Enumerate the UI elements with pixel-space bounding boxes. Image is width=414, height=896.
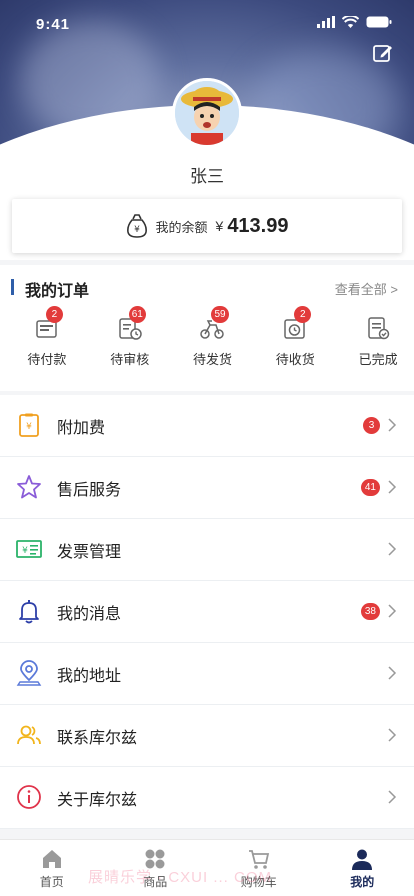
balance-label: 我的余额 — [155, 219, 208, 235]
chevron-right-icon — [388, 666, 397, 680]
order-status-list: 2 待付款 61 待审核 59 待发货 2 待收货 已完成 — [0, 306, 414, 368]
menu-badge: 41 — [360, 479, 380, 496]
svg-text:¥: ¥ — [26, 422, 32, 432]
location-icon — [16, 660, 42, 686]
section-accent-bar — [11, 279, 14, 295]
menu-item-after-sales[interactable]: 售后服务 41 — [0, 457, 414, 519]
menu-item-about[interactable]: 关于库尔兹 — [0, 767, 414, 829]
svg-text:¥: ¥ — [22, 546, 28, 556]
menu-item-surcharge[interactable]: ¥ 附加费 3 — [0, 395, 414, 457]
tab-label: 我的 — [350, 875, 375, 889]
avatar-image — [175, 81, 239, 145]
orders-section: 我的订单 查看全部 > 2 待付款 61 待审核 59 待发货 2 待收货 已完… — [0, 265, 414, 391]
order-badge: 2 — [45, 306, 63, 323]
order-status-pending-review[interactable]: 61 待审核 — [94, 306, 166, 368]
chevron-right-icon — [388, 728, 397, 742]
chevron-right-icon — [388, 790, 397, 804]
info-icon — [17, 785, 41, 809]
order-badge: 2 — [294, 306, 312, 323]
order-status-completed[interactable]: 已完成 — [342, 315, 414, 368]
battery-icon — [366, 16, 392, 28]
menu-label: 附加费 — [57, 419, 106, 437]
orders-title: 我的订单 — [25, 283, 90, 300]
menu-label: 联系库尔兹 — [57, 729, 138, 747]
order-badge: 61 — [128, 306, 146, 323]
status-bar: 9:41 — [0, 0, 414, 44]
order-status-label: 待收货 — [275, 352, 315, 367]
edit-icon[interactable] — [372, 42, 394, 64]
wifi-icon — [342, 16, 359, 28]
order-status-label: 待发货 — [192, 352, 232, 367]
menu-badge: 38 — [360, 603, 380, 620]
chevron-right-icon — [388, 418, 397, 432]
menu-label: 我的消息 — [57, 605, 122, 623]
order-status-pending-receipt[interactable]: 2 待收货 — [259, 306, 331, 368]
balance-currency: ¥ — [215, 218, 224, 234]
tab-mine[interactable]: 我的 — [311, 840, 414, 896]
contacts-icon — [17, 725, 41, 745]
balance-amount: 413.99 — [227, 214, 289, 237]
tab-label: 首页 — [39, 875, 64, 889]
menu-item-address[interactable]: 我的地址 — [0, 643, 414, 705]
orders-header: 我的订单 查看全部 > — [0, 277, 414, 300]
menu-badge: 3 — [363, 417, 380, 434]
home-icon — [42, 850, 61, 868]
order-status-label: 待付款 — [27, 352, 67, 367]
order-status-label: 待审核 — [110, 352, 150, 367]
menu-item-messages[interactable]: 我的消息 38 — [0, 581, 414, 643]
watermark: 展晴乐学 · CXUI ... COM — [88, 869, 273, 886]
receipt-icon: ¥ — [19, 413, 39, 437]
order-badge: 59 — [211, 306, 229, 323]
menu-item-invoice[interactable]: ¥ 发票管理 — [0, 519, 414, 581]
menu-label: 我的地址 — [57, 667, 122, 685]
menu-label: 关于库尔兹 — [57, 791, 138, 809]
order-status-label: 已完成 — [358, 352, 398, 367]
menu-label: 售后服务 — [57, 481, 122, 499]
status-time: 9:41 — [36, 16, 71, 33]
menu-label: 发票管理 — [57, 543, 122, 561]
view-all-orders-link[interactable]: 查看全部 > — [335, 279, 398, 298]
menu-list: ¥ 附加费 3 售后服务 41 ¥ 发票管理 我的消息 38 我的地址 联系库尔… — [0, 395, 414, 829]
invoice-icon: ¥ — [16, 540, 42, 558]
bell-icon — [19, 600, 39, 624]
avatar[interactable] — [172, 78, 242, 148]
username: 张三 — [190, 167, 224, 186]
star-icon — [17, 475, 41, 499]
chevron-right-icon — [388, 604, 397, 618]
svg-text:¥: ¥ — [134, 225, 140, 235]
list-check-icon — [368, 317, 390, 340]
user-icon — [352, 849, 373, 870]
chevron-right-icon — [388, 542, 397, 556]
menu-item-contact[interactable]: 联系库尔兹 — [0, 705, 414, 767]
balance-card[interactable]: ¥ 我的余额 ¥ 413.99 — [12, 199, 402, 253]
signal-icon — [317, 16, 335, 28]
order-status-pending-payment[interactable]: 2 待付款 — [11, 306, 83, 368]
money-bag-icon: ¥ — [126, 214, 147, 238]
chevron-right-icon — [388, 480, 397, 494]
order-status-pending-shipment[interactable]: 59 待发货 — [177, 306, 249, 368]
status-icons — [317, 16, 392, 28]
